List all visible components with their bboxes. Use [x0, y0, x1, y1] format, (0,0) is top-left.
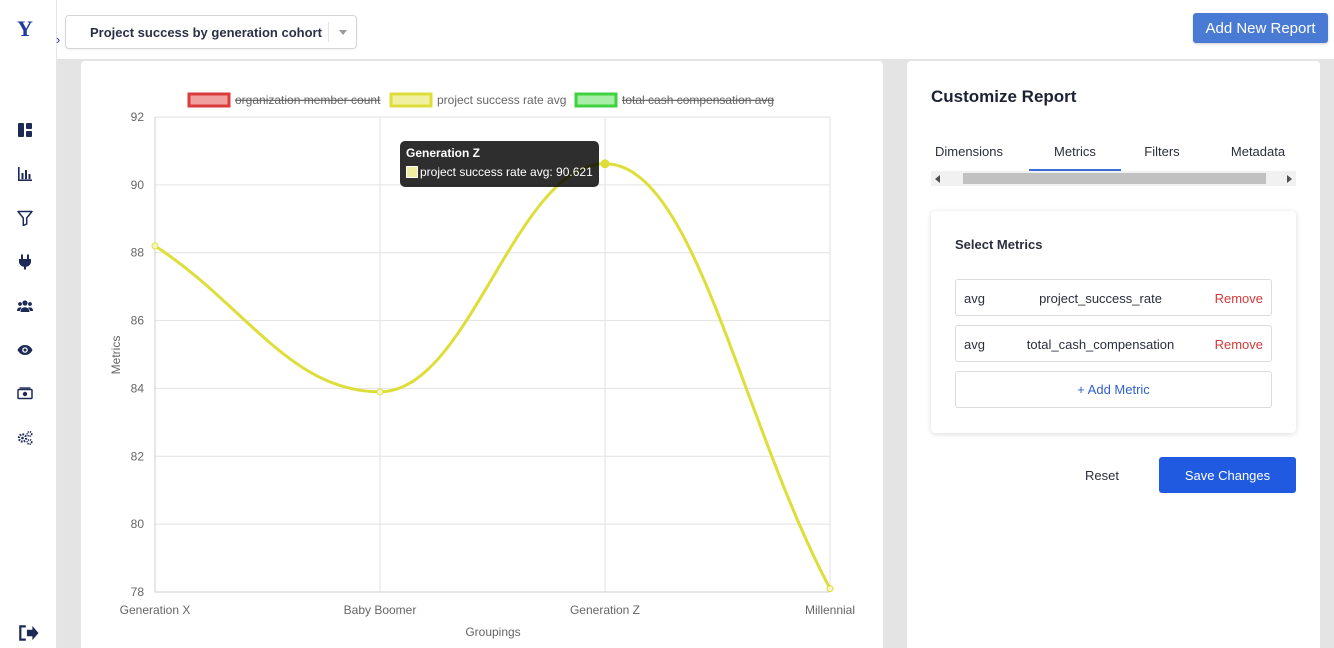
tooltip-label: project success rate avg: 90.621: [420, 165, 593, 179]
y-tick-label: 80: [131, 517, 145, 531]
metric-aggregation[interactable]: avg: [964, 291, 985, 306]
add-metric-button[interactable]: + Add Metric: [955, 371, 1272, 408]
legend-item[interactable]: project success rate avg: [389, 92, 566, 108]
y-tick-label: 88: [131, 246, 145, 260]
app-logo[interactable]: Y: [17, 16, 33, 42]
money-icon[interactable]: [16, 385, 34, 403]
tooltip-swatch: [406, 166, 418, 178]
logout-icon[interactable]: [17, 623, 39, 643]
data-point[interactable]: [826, 585, 834, 593]
tooltip-title: Generation Z: [406, 146, 481, 160]
y-axis-ticks: 78 80 82 84 86 88 90 92: [131, 110, 145, 599]
chart-series: [151, 159, 834, 593]
data-point[interactable]: [151, 242, 159, 250]
users-icon[interactable]: [16, 297, 34, 315]
scroll-right-icon[interactable]: [1287, 175, 1292, 183]
tab-dimensions[interactable]: Dimensions: [931, 140, 1007, 171]
metric-field[interactable]: project_success_rate: [1008, 291, 1193, 306]
y-axis-label: Metrics: [109, 336, 123, 375]
report-select[interactable]: Project success by generation cohort: [65, 15, 357, 49]
x-axis-ticks: Generation X Baby Boomer Generation Z Mille…: [120, 603, 855, 617]
eye-icon[interactable]: [16, 341, 34, 359]
legend-label: project success rate avg: [437, 93, 566, 107]
legend-swatch: [574, 92, 618, 108]
metric-row: avg total_cash_compensation Remove: [955, 325, 1272, 362]
data-point[interactable]: [600, 159, 610, 169]
legend-swatch: [187, 92, 231, 108]
tab-metadata[interactable]: Metadata: [1223, 140, 1293, 171]
panel-title: Customize Report: [931, 87, 1077, 106]
x-axis-label: Groupings: [465, 625, 520, 639]
scrollbar-thumb[interactable]: [963, 173, 1266, 184]
remove-metric-button[interactable]: Remove: [1215, 291, 1263, 306]
y-tick-label: 92: [131, 110, 145, 124]
x-tick-label: Baby Boomer: [344, 603, 417, 617]
report-select-value: Project success by generation cohort: [90, 24, 322, 40]
tabs-scrollbar[interactable]: [931, 171, 1296, 186]
reset-button[interactable]: Reset: [1073, 463, 1131, 487]
gears-icon[interactable]: [16, 429, 34, 447]
add-new-report-button[interactable]: Add New Report: [1193, 13, 1328, 43]
metric-aggregation[interactable]: avg: [964, 337, 985, 352]
chart-grid: [154, 116, 831, 593]
x-tick-label: Millennial: [805, 603, 855, 617]
panel-tabs: Dimensions Metrics Filters Metadata: [931, 140, 1296, 171]
filter-icon[interactable]: [16, 209, 34, 227]
metrics-section-title: Select Metrics: [955, 237, 1043, 252]
scroll-left-icon[interactable]: [935, 175, 940, 183]
legend-label: organization member count: [235, 93, 381, 107]
dashboard-icon[interactable]: [16, 121, 34, 139]
y-tick-label: 90: [131, 178, 145, 192]
y-tick-label: 82: [131, 449, 145, 463]
tab-filters[interactable]: Filters: [1137, 140, 1187, 171]
bar-chart-icon[interactable]: [16, 165, 34, 183]
metric-field[interactable]: total_cash_compensation: [1008, 337, 1193, 352]
legend-label: total cash compensation avg: [622, 93, 774, 107]
legend-item[interactable]: total cash compensation avg: [574, 92, 774, 108]
remove-metric-button[interactable]: Remove: [1215, 337, 1263, 352]
y-tick-label: 84: [131, 381, 145, 395]
data-point[interactable]: [376, 388, 384, 396]
save-changes-button[interactable]: Save Changes: [1159, 457, 1296, 493]
y-tick-label: 78: [131, 585, 145, 599]
chart-tooltip: Generation Z project success rate avg: 9…: [400, 141, 599, 187]
plug-icon[interactable]: [16, 253, 34, 271]
y-tick-label: 86: [131, 314, 145, 328]
metric-row: avg project_success_rate Remove: [955, 279, 1272, 316]
chevron-down-icon: [328, 22, 356, 42]
sidebar: Y: [0, 0, 57, 648]
legend-item[interactable]: organization member count: [187, 92, 381, 108]
legend-swatch: [389, 92, 433, 108]
tab-metrics[interactable]: Metrics: [1029, 140, 1121, 171]
x-tick-label: Generation X: [120, 603, 191, 617]
x-tick-label: Generation Z: [570, 603, 640, 617]
series-line: [154, 162, 832, 590]
chart-legend: organization member count project success…: [187, 92, 774, 108]
